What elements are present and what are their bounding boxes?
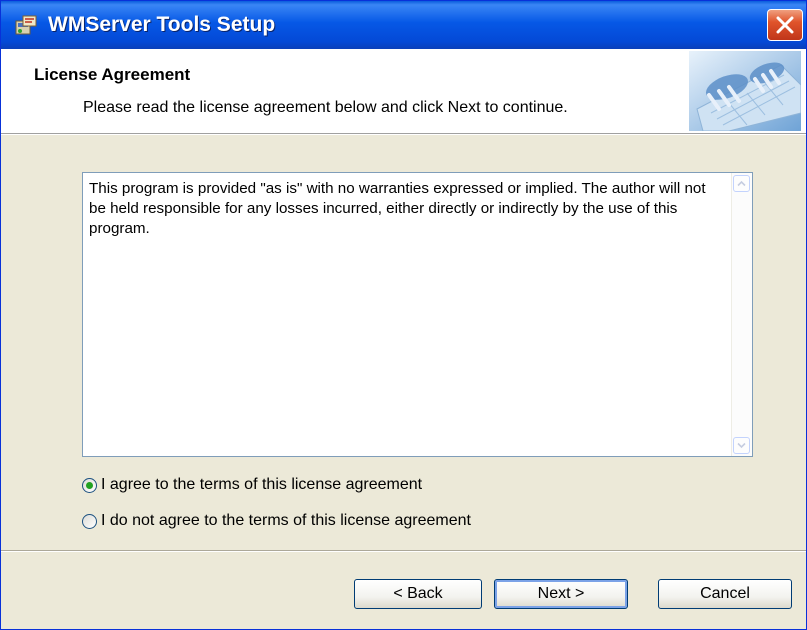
disagree-radio[interactable] <box>82 513 97 529</box>
page-title: License Agreement <box>34 65 191 84</box>
setup-window: WMServer Tools Setup License Agreement P… <box>0 0 807 630</box>
license-text: This program is provided "as is" with no… <box>89 180 706 237</box>
window-title: WMServer Tools Setup <box>48 13 276 36</box>
license-textbox[interactable]: This program is provided "as is" with no… <box>82 172 753 457</box>
scroll-down-button[interactable] <box>733 437 750 454</box>
chevron-down-icon <box>737 442 746 449</box>
close-icon <box>776 16 794 34</box>
back-button[interactable]: < Back <box>354 579 482 609</box>
setup-icon <box>15 15 37 35</box>
agree-option[interactable]: I agree to the terms of this license agr… <box>82 476 422 494</box>
title-bar[interactable]: WMServer Tools Setup <box>1 1 806 49</box>
vertical-scrollbar[interactable] <box>731 173 752 456</box>
header-panel: License Agreement Please read the licens… <box>1 49 806 134</box>
close-button[interactable] <box>767 9 803 41</box>
agree-radio[interactable] <box>82 477 97 493</box>
disagree-option[interactable]: I do not agree to the terms of this lice… <box>82 512 471 530</box>
scroll-up-button[interactable] <box>733 175 750 192</box>
cancel-button[interactable]: Cancel <box>658 579 792 609</box>
footer-separator <box>1 550 806 552</box>
agree-label[interactable]: I agree to the terms of this license agr… <box>101 476 422 494</box>
chevron-up-icon <box>737 180 746 187</box>
keyboard-hands-image <box>689 51 801 131</box>
next-button[interactable]: Next > <box>494 579 628 609</box>
radio-selected-dot <box>86 481 93 489</box>
disagree-label[interactable]: I do not agree to the terms of this lice… <box>101 512 471 530</box>
page-description: Please read the license agreement below … <box>83 99 568 116</box>
